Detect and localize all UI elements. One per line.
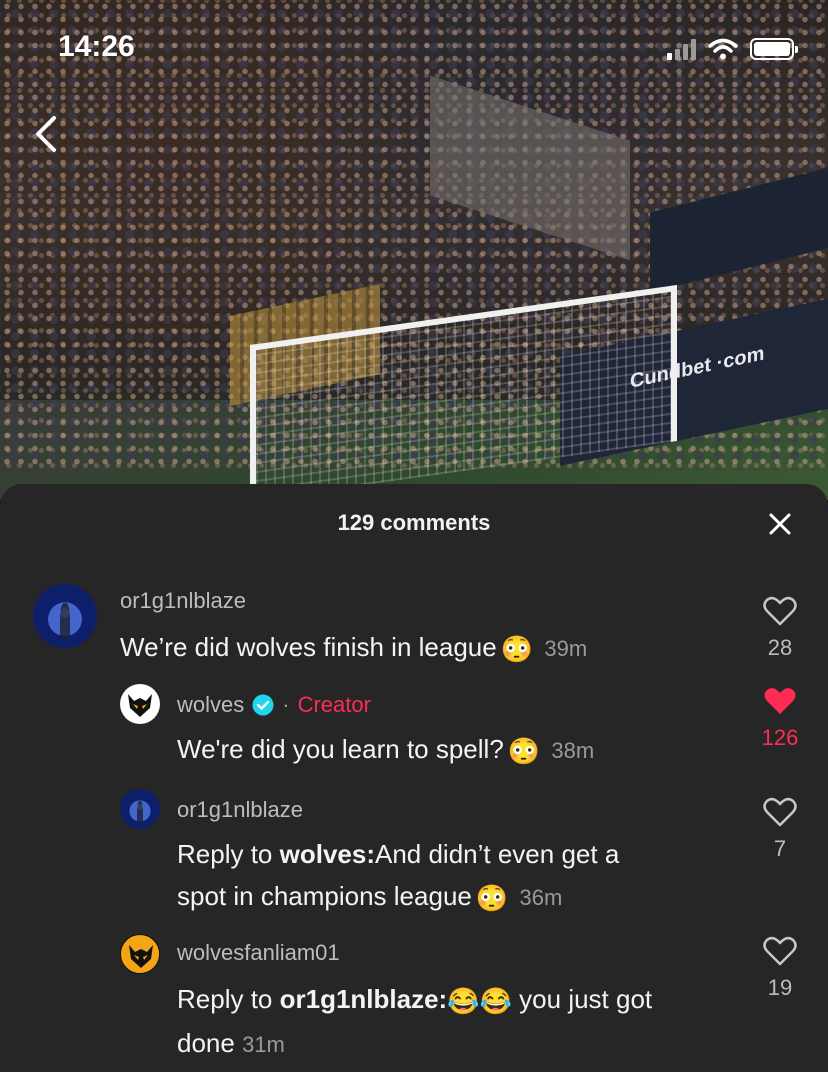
- comment-text: We're did you learn to spell? 😳 38m: [177, 728, 594, 772]
- wolf-logo-icon: [121, 685, 159, 723]
- comment-text: Reply to or1g1nlblaze:😂😂 you just got do…: [177, 978, 737, 1066]
- comment-body-line2: spot in champions league: [177, 881, 472, 911]
- reply-prefix: Reply to: [177, 839, 280, 869]
- like-count: 28: [767, 635, 793, 660]
- close-icon[interactable]: [768, 512, 792, 536]
- comments-sheet: 129 comments or1g1nlblaze We’re did wolv…: [0, 484, 828, 1072]
- wolf-logo-icon: [122, 936, 159, 973]
- comment-timestamp: 38m: [551, 738, 595, 763]
- comment-timestamp: 36m: [519, 885, 563, 910]
- comment-text: We’re did wolves finish in league 😳 39m: [120, 626, 587, 670]
- back-arrow-icon[interactable]: [30, 112, 66, 156]
- avatar[interactable]: [120, 684, 160, 724]
- reply-mention[interactable]: or1g1nlblaze:: [280, 984, 448, 1014]
- avatar[interactable]: [33, 584, 97, 648]
- reply-mention[interactable]: wolves:: [280, 839, 375, 869]
- comment-body: you just got: [511, 984, 653, 1014]
- heart-filled-icon: [764, 688, 796, 714]
- status-time: 14:26: [58, 30, 135, 63]
- comment-timestamp: 39m: [544, 636, 588, 661]
- heart-icon: [763, 596, 797, 626]
- avatar[interactable]: [120, 789, 160, 829]
- laughing-emoji: 😂😂: [447, 986, 512, 1017]
- like-button[interactable]: 28: [750, 596, 810, 661]
- wifi-icon: [708, 38, 738, 60]
- flushed-emoji: 😳: [507, 736, 541, 767]
- battery-icon: [750, 38, 798, 60]
- comment-username[interactable]: wolvesfanliam01: [177, 940, 340, 966]
- reply-prefix: Reply to: [177, 984, 280, 1014]
- comment-timestamp: 31m: [242, 1032, 285, 1058]
- comments-count-title: 129 comments: [337, 510, 491, 535]
- like-count: 19: [767, 975, 793, 1000]
- creator-badge: Creator: [297, 692, 371, 717]
- heart-icon: [763, 936, 797, 966]
- flushed-emoji: 😳: [475, 883, 509, 914]
- flushed-emoji: 😳: [500, 634, 534, 665]
- avatar[interactable]: [120, 934, 160, 974]
- comment-body: We're did you learn to spell?: [177, 734, 504, 764]
- status-icons: [667, 38, 798, 60]
- like-count: 126: [761, 725, 799, 750]
- comment-username[interactable]: wolves: [177, 692, 244, 718]
- like-button[interactable]: 126: [750, 686, 810, 751]
- like-button[interactable]: 19: [750, 936, 810, 1001]
- comment-text: Reply to wolves:And didn’t even get a sp…: [177, 833, 717, 919]
- comment-body: And didn’t even get a: [374, 839, 620, 869]
- signal-icon: [667, 38, 696, 60]
- comment-username-row: wolves · Creator: [177, 692, 371, 718]
- verified-badge-icon: [252, 694, 274, 716]
- comment-body: We’re did wolves finish in league: [120, 632, 497, 662]
- like-button[interactable]: 7: [750, 797, 810, 862]
- heart-icon: [763, 797, 797, 827]
- video-background[interactable]: Cundbet ·com: [0, 0, 828, 500]
- separator-dot: ·: [282, 692, 290, 717]
- comment-username[interactable]: or1g1nlblaze: [120, 588, 246, 614]
- comment-body-line2: done: [177, 1028, 235, 1059]
- like-count: 7: [773, 836, 787, 861]
- comment-username[interactable]: or1g1nlblaze: [177, 797, 303, 823]
